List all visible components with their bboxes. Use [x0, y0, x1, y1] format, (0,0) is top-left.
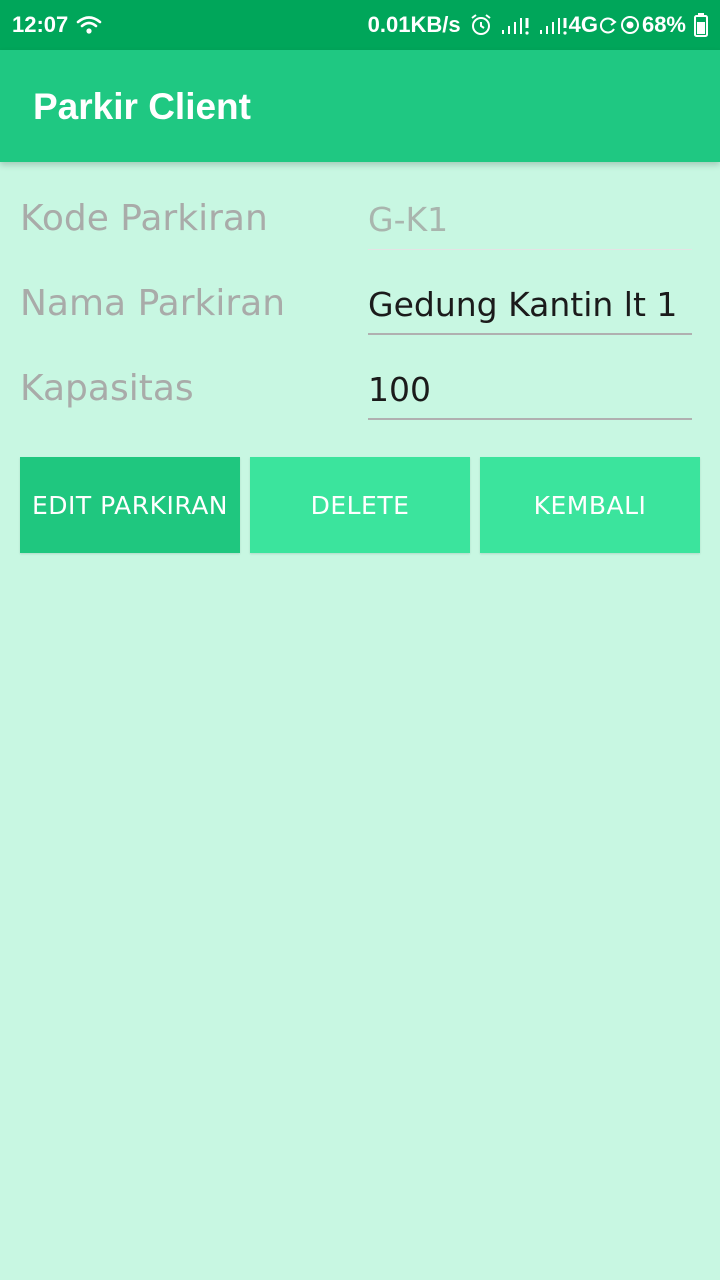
- wifi-icon: [76, 14, 102, 36]
- alarm-icon: [469, 13, 493, 37]
- kapasitas-field[interactable]: 100: [368, 360, 692, 420]
- kode-parkiran-field: G-K1: [368, 190, 692, 250]
- battery-icon: [694, 13, 708, 37]
- net-speed: 0.01KB/s: [367, 12, 461, 37]
- nama-parkiran-field[interactable]: Gedung Kantin lt 1: [368, 275, 692, 335]
- signal-icon: [539, 14, 569, 36]
- edit-parkiran-button[interactable]: EDIT PARKIRAN: [20, 457, 240, 553]
- status-bar: 12:07 0.01KB/s 4G 68%: [0, 0, 720, 50]
- kode-parkiran-label: Kode Parkiran: [20, 198, 268, 239]
- kembali-button[interactable]: KEMBALI: [480, 457, 700, 553]
- network-type: 4G: [568, 12, 598, 37]
- battery-percent: 68%: [641, 12, 686, 37]
- status-time: 12:07: [12, 12, 69, 37]
- sync-icon: [598, 14, 618, 36]
- signal-icon: [501, 14, 531, 36]
- delete-button[interactable]: DELETE: [250, 457, 470, 553]
- location-icon: [618, 13, 642, 37]
- kode-parkiran-value: G-K1: [368, 200, 449, 239]
- nama-parkiran-value[interactable]: Gedung Kantin lt 1: [368, 285, 677, 324]
- kapasitas-label: Kapasitas: [20, 368, 194, 409]
- nama-parkiran-row: Nama Parkiran Gedung Kantin lt 1: [0, 275, 720, 335]
- page-title: Parkir Client: [33, 86, 251, 127]
- kapasitas-row: Kapasitas 100: [0, 360, 720, 420]
- kode-parkiran-row: Kode Parkiran G-K1: [0, 190, 720, 250]
- kapasitas-value[interactable]: 100: [368, 370, 431, 409]
- nama-parkiran-label: Nama Parkiran: [20, 283, 286, 324]
- app-bar: Parkir Client: [0, 50, 720, 162]
